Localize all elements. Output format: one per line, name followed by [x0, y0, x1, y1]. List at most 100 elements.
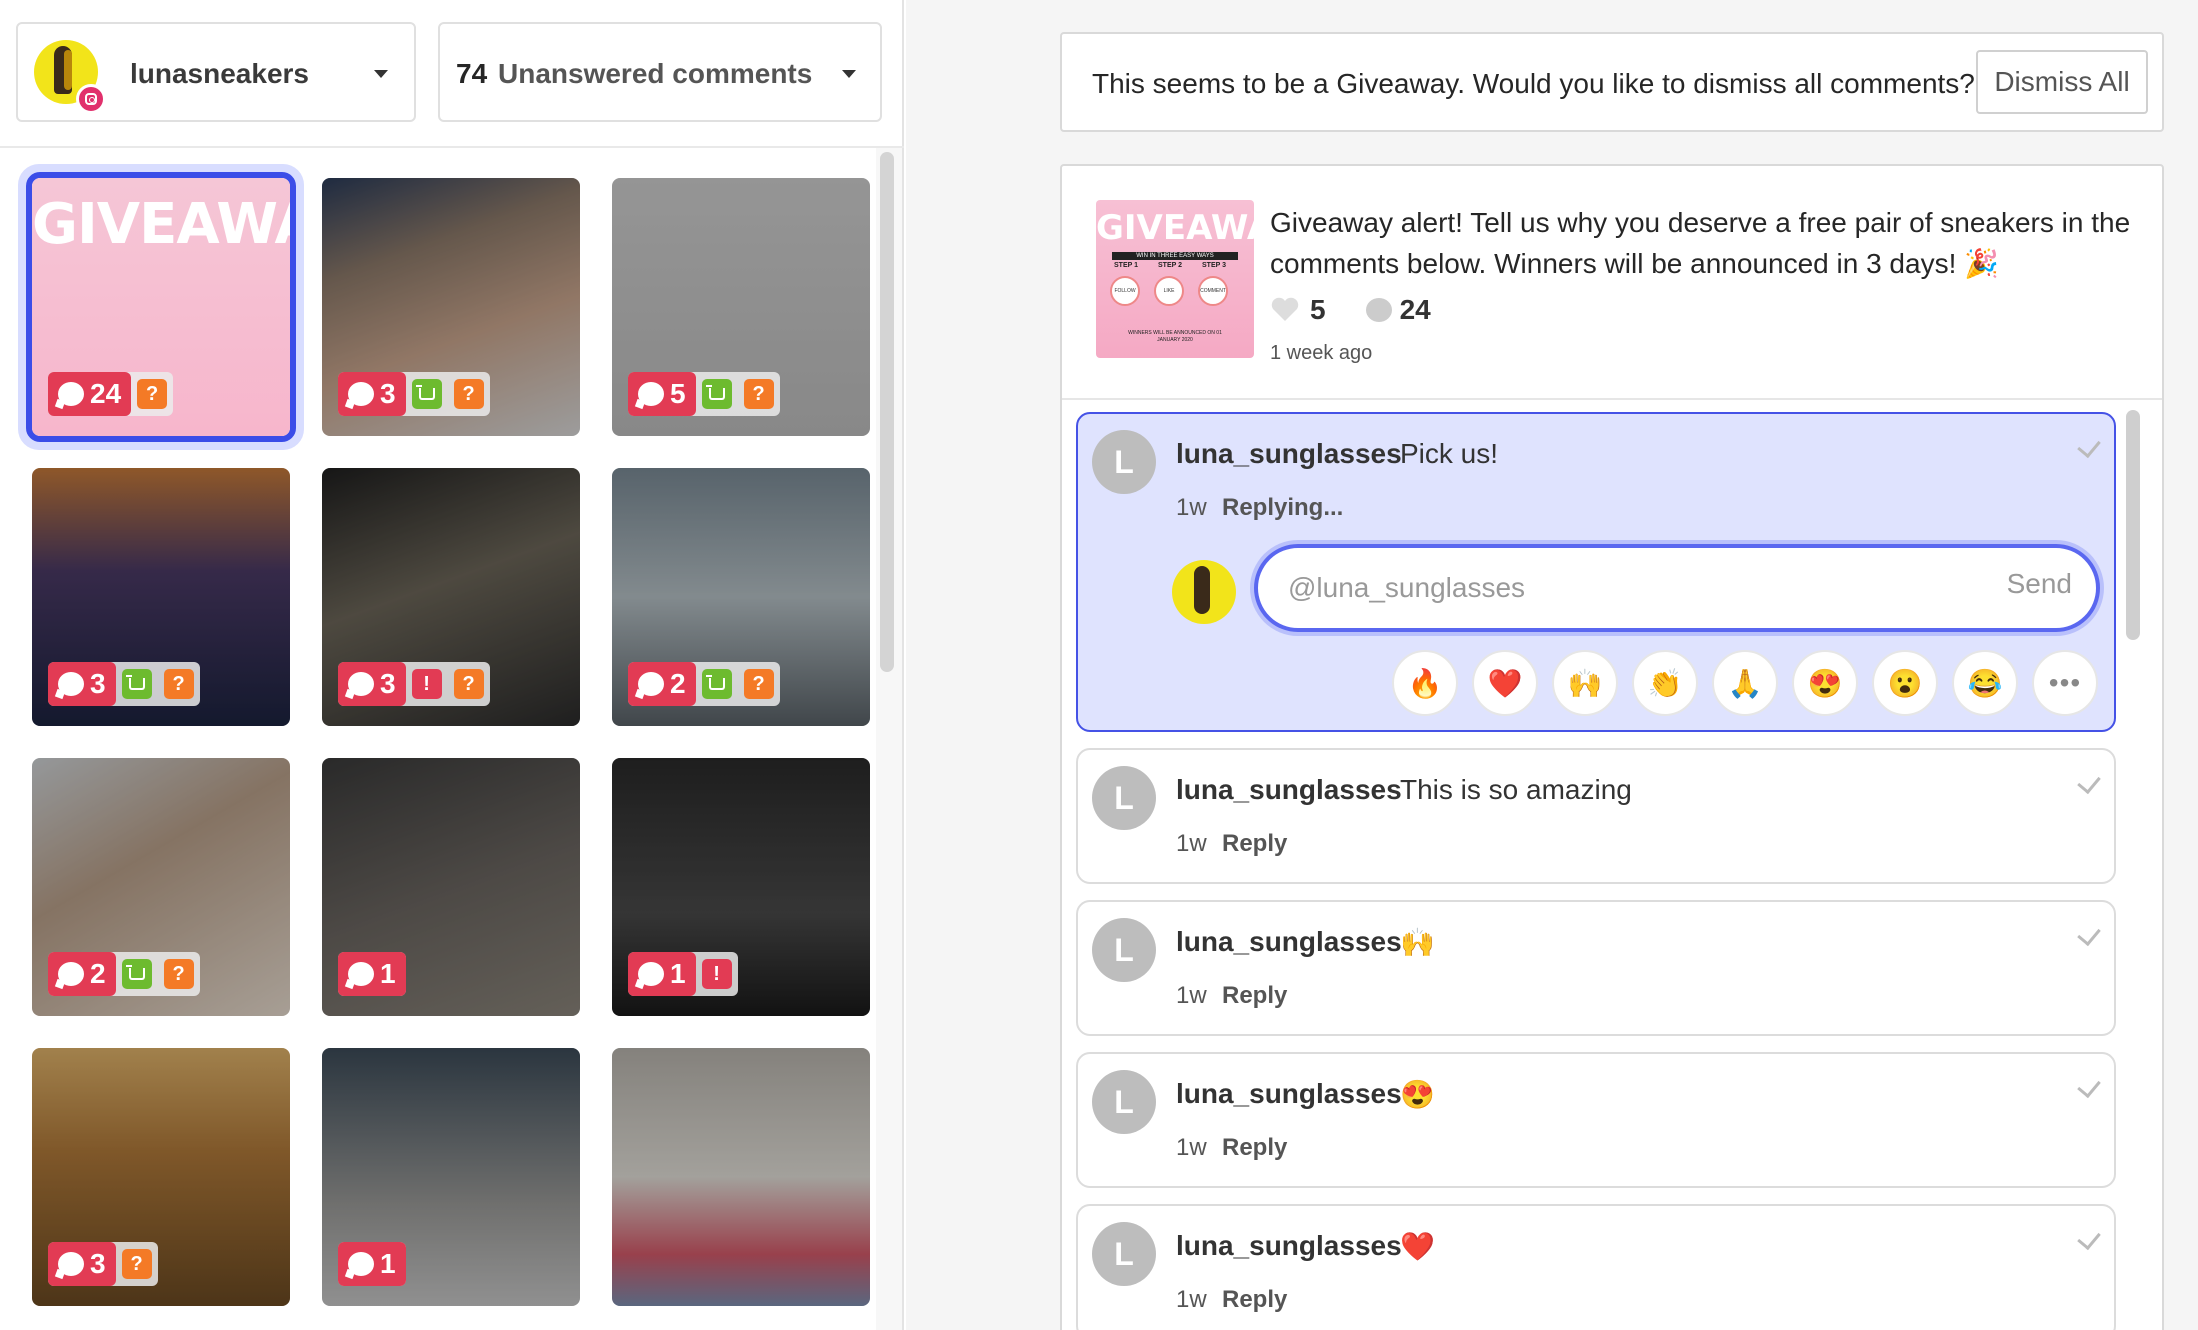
more-emoji-button[interactable]: ••• — [2032, 650, 2098, 716]
comments-count: 24 — [1399, 294, 1431, 325]
comment-icon — [638, 382, 664, 406]
step-label: STEP 2 — [1158, 262, 1182, 269]
step-action-circle: LIKE — [1154, 276, 1184, 306]
post-thumbnail[interactable]: 1 — [322, 758, 580, 1016]
post-thumbnail[interactable]: GIVEAWAY 24? — [26, 172, 296, 442]
commenter-avatar: L — [1092, 766, 1156, 830]
heart-emoji-button[interactable]: ❤️ — [1472, 650, 1538, 716]
comment-item[interactable]: Lluna_sunglasses This is so amazing 1w Repl… — [1076, 748, 2116, 884]
heart-eyes-emoji-button[interactable]: 😍 — [1792, 650, 1858, 716]
post-thumbnail-title: GIVEAWAY — [1096, 208, 1254, 248]
question-icon: ? — [453, 379, 484, 409]
comment-icon — [58, 962, 84, 986]
surprised-emoji-button[interactable]: 😮 — [1872, 650, 1938, 716]
post-thumbnail[interactable]: 3? — [322, 178, 580, 436]
comment-item[interactable]: Lluna_sunglasses ❤️ 1w Reply — [1076, 1204, 2116, 1330]
comment-icon — [58, 672, 84, 696]
post-thumbnail[interactable]: GIVEAWAY WIN IN THREE EASY WAYS STEP 1 STEP… — [1096, 200, 1254, 358]
commenter-avatar: L — [1092, 1070, 1156, 1134]
step-label: STEP 1 — [1114, 262, 1138, 269]
commenter-username[interactable]: luna_sunglasses — [1176, 1230, 1402, 1262]
post-thumbnail[interactable]: 2? — [612, 468, 870, 726]
reply-input[interactable] — [1288, 566, 1948, 610]
quick-emoji-bar: 🔥 ❤️ 🙌 👏 🙏 😍 😮 😂 ••• — [1392, 650, 2112, 716]
commenter-username[interactable]: luna_sunglasses — [1176, 438, 1402, 470]
post-thumbnail[interactable]: 1! — [612, 758, 870, 1016]
post-thumbnail[interactable] — [612, 1048, 870, 1306]
post-stats: 5 24 — [1270, 294, 1431, 326]
question-icon: ? — [453, 669, 484, 699]
laugh-emoji-button[interactable]: 😂 — [1952, 650, 2018, 716]
comment-filter-selector[interactable]: 74 Unanswered comments — [438, 22, 882, 122]
chevron-down-icon — [374, 70, 388, 78]
post-thumbnail[interactable]: 1 — [322, 1048, 580, 1306]
alert-icon: ! — [701, 959, 732, 989]
commenter-username[interactable]: luna_sunglasses — [1176, 926, 1402, 958]
comment-list-scrollbar[interactable] — [2126, 410, 2140, 640]
comment-icon — [1365, 298, 1392, 322]
post-thumbnail[interactable]: 3? — [32, 468, 290, 726]
comment-badges: 3!? — [338, 662, 490, 706]
send-button[interactable]: Send — [2007, 568, 2072, 600]
account-avatar — [1172, 560, 1236, 624]
clap-emoji-button[interactable]: 👏 — [1632, 650, 1698, 716]
commenter-avatar: L — [1092, 430, 1156, 494]
comment-badges: 2? — [48, 952, 200, 996]
question-icon: ? — [137, 379, 168, 409]
commenter-username[interactable]: luna_sunglasses — [1176, 1078, 1402, 1110]
comment-icon — [638, 962, 664, 986]
comment-badges: 24? — [48, 372, 174, 416]
check-icon[interactable] — [2077, 1225, 2101, 1251]
reply-button[interactable]: Reply — [1222, 1286, 1287, 1314]
post-grid: GIVEAWAY24?3?5?3?3!?2?2?11!3?1 — [0, 148, 876, 1330]
comment-count: 2 — [670, 668, 686, 699]
pray-emoji-button[interactable]: 🙏 — [1712, 650, 1778, 716]
post-thumbnail-footer: WINNERS WILL BE ANNOUNCED ON 01 JANUARY … — [1128, 330, 1222, 343]
question-icon: ? — [163, 669, 194, 699]
comment-badges: 3? — [338, 372, 490, 416]
commenter-username[interactable]: luna_sunglasses — [1176, 774, 1402, 806]
comment-count: 1 — [380, 1248, 396, 1279]
comment-item[interactable]: Lluna_sunglasses 🙌 1w Reply — [1076, 900, 2116, 1036]
commenter-avatar: L — [1092, 1222, 1156, 1286]
step-action-circle: COMMENT — [1198, 276, 1228, 306]
comment-badges: 3? — [48, 662, 200, 706]
comment-badges: 1 — [338, 1242, 406, 1286]
reply-button[interactable]: Reply — [1222, 1134, 1287, 1162]
post-thumbnail[interactable]: 2? — [32, 758, 290, 1016]
reply-button[interactable]: Reply — [1222, 830, 1287, 858]
check-icon[interactable] — [2077, 1073, 2101, 1099]
cart-icon — [121, 959, 152, 989]
check-icon[interactable] — [2077, 433, 2101, 459]
post-grid-scrollbar[interactable] — [880, 152, 894, 672]
post-thumbnail[interactable]: 3!? — [322, 468, 580, 726]
raised-hands-emoji-button[interactable]: 🙌 — [1552, 650, 1618, 716]
check-icon[interactable] — [2077, 921, 2101, 947]
comment-count: 3 — [380, 378, 396, 409]
comment-text: Pick us! — [1400, 438, 1499, 469]
comment-badges: 2? — [628, 662, 780, 706]
post-thumbnail[interactable]: 5? — [612, 178, 870, 436]
reply-box[interactable]: Send — [1254, 544, 2100, 632]
comment-time: 1w — [1176, 830, 1207, 857]
comment-icon — [638, 672, 664, 696]
post-thumbnail[interactable]: 3? — [32, 1048, 290, 1306]
dismiss-all-button[interactable]: Dismiss All — [1976, 50, 2148, 114]
fire-emoji-button[interactable]: 🔥 — [1392, 650, 1458, 716]
account-selector[interactable]: lunasneakers — [16, 22, 416, 122]
check-icon[interactable] — [2077, 769, 2101, 795]
comment-item-active[interactable]: Lluna_sunglassesPick us! 1w Replying... Sen… — [1076, 412, 2116, 732]
comment-count-badge: 3 — [48, 662, 116, 706]
comment-time: 1w — [1176, 1134, 1207, 1161]
comment-item[interactable]: Lluna_sunglasses 😍 1w Reply — [1076, 1052, 2116, 1188]
account-avatar — [34, 40, 106, 114]
comment-icon — [348, 382, 374, 406]
comment-count: 3 — [90, 1248, 106, 1279]
post-timestamp: 1 week ago — [1270, 342, 1373, 364]
comment-count: 1 — [670, 958, 686, 989]
instagram-icon — [76, 84, 106, 114]
reply-button[interactable]: Reply — [1222, 982, 1287, 1010]
comment-time: 1w — [1176, 982, 1207, 1009]
post-card: GIVEAWAY WIN IN THREE EASY WAYS STEP 1 STEP… — [1060, 164, 2164, 1330]
comment-count-badge: 5 — [628, 372, 696, 416]
